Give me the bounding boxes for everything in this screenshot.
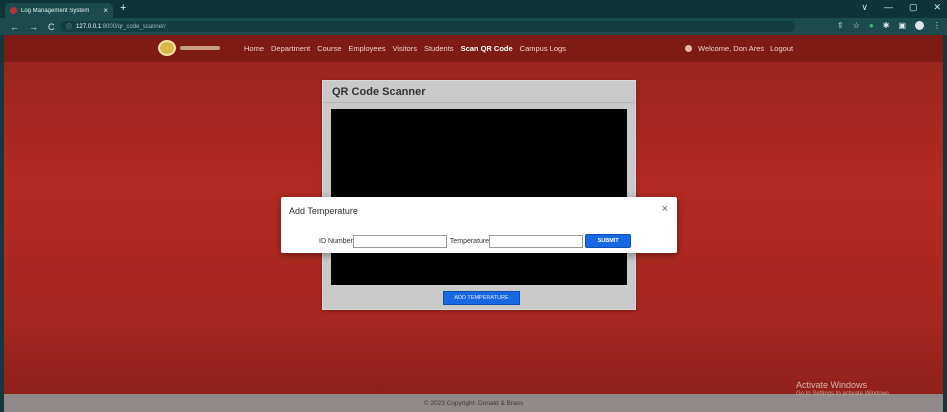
id-number-label: ID Number — [319, 237, 353, 245]
reload-icon[interactable]: C — [48, 22, 55, 32]
nav-link-department[interactable]: Department — [271, 44, 310, 53]
temperature-input[interactable] — [489, 234, 584, 248]
profile-avatar-icon[interactable] — [915, 21, 924, 30]
address-bar[interactable]: ⓘ 127.0.0.1 :8000/qr_code_scanner/ — [60, 21, 795, 32]
site-logo-wordmark — [180, 46, 220, 50]
watermark-title: Activate Windows — [796, 380, 868, 390]
back-icon[interactable]: ← — [10, 22, 19, 32]
extension-icons: ⇪ ☆ ● ✱ ▣ ⋮ — [837, 21, 941, 30]
tab-close-icon[interactable]: × — [103, 6, 108, 15]
new-tab-button[interactable]: + — [120, 2, 126, 14]
nav-link-visitors[interactable]: Visitors — [393, 44, 417, 53]
close-window-icon[interactable]: ✕ — [933, 2, 941, 13]
footer-copyright: © 2023 Copyright: Donald & Braxs — [423, 399, 524, 407]
add-temperature-button[interactable]: ADD TEMPERATURE — [443, 291, 520, 305]
browser-tab-title: Log Management System — [21, 7, 90, 14]
minimize-icon[interactable]: — — [884, 2, 893, 13]
logout-link[interactable]: Logout — [770, 44, 793, 53]
window-controls: ∨ — ▢ ✕ — [861, 2, 941, 13]
user-area: Welcome, Don Ares Logout — [685, 44, 793, 53]
tab-search-icon[interactable]: ∨ — [861, 2, 868, 13]
modal-title: Add Temperature — [289, 206, 358, 216]
temperature-label: Temperature — [449, 237, 490, 245]
close-icon[interactable]: × — [662, 203, 668, 215]
puzzle-extensions-icon[interactable]: ✱ — [883, 21, 890, 30]
forward-icon[interactable]: → — [29, 22, 38, 32]
nav-link-course[interactable]: Course — [317, 44, 341, 53]
site-info-icon[interactable]: ⓘ — [66, 22, 72, 31]
address-host: 127.0.0.1 — [76, 23, 102, 30]
address-path: :8000/qr_code_scanner/ — [101, 23, 166, 30]
card-divider — [323, 102, 635, 103]
browser-toolbar: ← → C ⓘ 127.0.0.1 :8000/qr_code_scanner/… — [0, 18, 947, 35]
sidebar-icon[interactable]: ▣ — [898, 21, 906, 30]
temperature-form: ID Number Temperature SUBMIT — [319, 234, 632, 248]
menu-kebab-icon[interactable]: ⋮ — [933, 21, 941, 30]
welcome-text: Welcome, Don Ares — [698, 44, 765, 53]
site-favicon-icon — [10, 7, 17, 14]
browser-tab[interactable]: Log Management System × — [5, 3, 113, 18]
browser-tab-strip: Log Management System × + ∨ — ▢ ✕ — [0, 0, 947, 18]
nav-link-students[interactable]: Students — [424, 44, 454, 53]
add-temperature-modal: Add Temperature × ID Number Temperature … — [281, 197, 677, 253]
bookmark-star-icon[interactable]: ☆ — [853, 21, 860, 30]
id-number-input[interactable] — [352, 234, 447, 248]
site-logo-icon[interactable] — [158, 40, 176, 56]
site-navbar: Home Department Course Employees Visitor… — [4, 35, 943, 62]
extension-icon[interactable]: ● — [869, 21, 874, 30]
scanner-title: QR Code Scanner — [332, 86, 426, 98]
watermark-subtitle: Go to Settings to activate Windows. — [796, 391, 891, 397]
user-avatar-icon — [685, 45, 692, 52]
qr-scanner-card: QR Code Scanner ADD TEMPERATURE — [322, 80, 636, 310]
nav-link-home[interactable]: Home — [244, 44, 264, 53]
nav-links: Home Department Course Employees Visitor… — [244, 44, 566, 53]
nav-link-employees[interactable]: Employees — [348, 44, 385, 53]
nav-link-campus-logs[interactable]: Campus Logs — [520, 44, 566, 53]
nav-link-scan-qr-code[interactable]: Scan QR Code — [461, 44, 513, 53]
maximize-icon[interactable]: ▢ — [909, 2, 918, 13]
share-icon[interactable]: ⇪ — [837, 21, 844, 30]
submit-button[interactable]: SUBMIT — [585, 234, 632, 248]
windows-activation-watermark: Activate Windows Go to Settings to activ… — [796, 380, 891, 397]
